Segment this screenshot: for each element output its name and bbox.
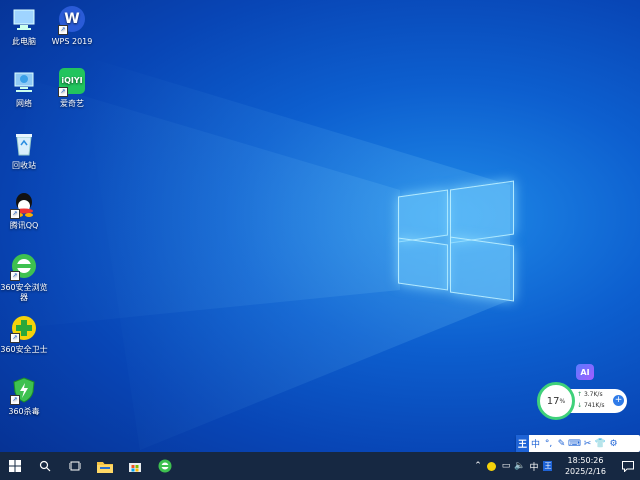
taskbar: ⌃ ▭ 🔈 中 王 18:50:26 2025/2/16 [0,452,640,480]
360-browser-taskbar-button[interactable] [150,452,180,480]
start-button[interactable] [0,452,30,480]
clock-date: 2025/2/16 [564,467,606,476]
ime-punctuation-button[interactable]: °, [542,435,555,452]
desktop-icon-label: 回收站 [12,161,36,170]
shortcut-arrow-icon: ↗ [10,395,20,405]
computer-icon [10,6,38,34]
wps-icon: W ↗ [58,6,86,35]
desktop-icon-label: WPS 2019 [51,37,93,46]
volume-icon[interactable]: 🔈 [513,452,527,480]
recycle-bin-icon [10,130,38,158]
ime-chinese-mode-button[interactable]: 中 [529,435,542,452]
accelerate-icon[interactable]: + [613,395,624,406]
store-button[interactable] [120,452,150,480]
desktop-icon-label: 360杀毒 [8,407,40,416]
desktop-icon-label: 爱奇艺 [60,99,84,108]
system-tray: ⌃ ▭ 🔈 中 王 18:50:26 2025/2/16 [471,452,640,480]
search-icon [39,460,51,472]
desktop-icon-360-guard[interactable]: ↗ 360安全卫士 [0,314,50,355]
task-view-icon [69,461,81,471]
notification-center-icon[interactable] [616,452,640,480]
shortcut-arrow-icon: ↗ [58,25,68,35]
desktop-icon-label: 网络 [16,99,32,108]
download-speed: 741K/s [583,402,605,409]
chevron-up-icon[interactable]: ⌃ [471,452,485,480]
qq-icon: ↗ [10,190,38,219]
desktop-icon-iqiyi[interactable]: iQIYI ↗ 爱奇艺 [46,68,98,109]
shortcut-arrow-icon: ↗ [10,209,20,219]
360-browser-icon: ↗ [10,252,38,281]
cpu-usage-circle: 17% [537,382,575,420]
desktop-icon-computer[interactable]: 此电脑 [0,6,50,47]
task-view-button[interactable] [60,452,90,480]
desktop-icon-network[interactable]: 网络 [0,68,50,109]
cpu-percent-value: 17 [546,395,560,407]
percent-sign: % [559,397,566,405]
shortcut-arrow-icon: ↗ [10,333,20,343]
shortcut-arrow-icon: ↗ [10,271,20,281]
folder-icon [97,461,113,473]
ime-handwriting-icon[interactable]: ✎ [555,435,568,452]
ime-mode-indicator[interactable]: 中 [527,452,541,480]
ime-keyboard-icon[interactable]: ⌨ [568,435,581,452]
desktop-icon-label: 此电脑 [12,37,36,46]
ime-wubi-tray-icon[interactable]: 王 [541,452,555,480]
360-antivirus-icon: ↗ [10,376,38,405]
network-speed-widget[interactable]: ↑ 3.7K/s ↓ 741K/s + 17% [537,382,627,420]
desktop-icon-wps[interactable]: W ↗ WPS 2019 [46,6,98,47]
desktop-icon-label: 360安全卫士 [0,345,48,354]
iqiyi-icon: iQIYI ↗ [58,68,86,97]
clock[interactable]: 18:50:26 2025/2/16 [555,455,616,477]
desktop-icon-qq[interactable]: ↗ 腾讯QQ [0,190,50,231]
file-explorer-button[interactable] [90,452,120,480]
ime-wubi-icon[interactable]: 王 [516,435,529,452]
shortcut-arrow-icon: ↗ [58,87,68,97]
speed-readout: ↑ 3.7K/s ↓ 741K/s + [569,389,627,413]
ai-assistant-button[interactable]: AI [576,364,594,380]
360-tray-icon[interactable] [485,452,499,480]
upload-speed: 3.7K/s [583,391,603,398]
search-button[interactable] [30,452,60,480]
ime-toolbar: 王 中 °, ✎ ⌨ ✂ 👕 ⚙ [516,435,640,452]
windows-start-icon [9,460,21,472]
ime-settings-icon[interactable]: ⚙ [607,435,620,452]
desktop-icon-label: 腾讯QQ [9,221,39,230]
desktop-icon-360-browser[interactable]: ↗ 360安全浏览器 [0,252,50,303]
ime-skin-icon[interactable]: 👕 [594,435,607,452]
clock-time: 18:50:26 [567,456,604,465]
desktop-icon-label: 360安全浏览器 [0,283,48,302]
desktop-icon-recycle-bin[interactable]: 回收站 [0,130,50,171]
network-icon [10,68,38,96]
store-icon [129,463,141,472]
ime-screenshot-icon[interactable]: ✂ [581,435,594,452]
desktop-icon-360-antivirus[interactable]: ↗ 360杀毒 [0,376,50,417]
network-tray-icon[interactable]: ▭ [499,452,513,480]
360-browser-icon [158,459,172,473]
360-guard-icon: ↗ [10,314,38,343]
